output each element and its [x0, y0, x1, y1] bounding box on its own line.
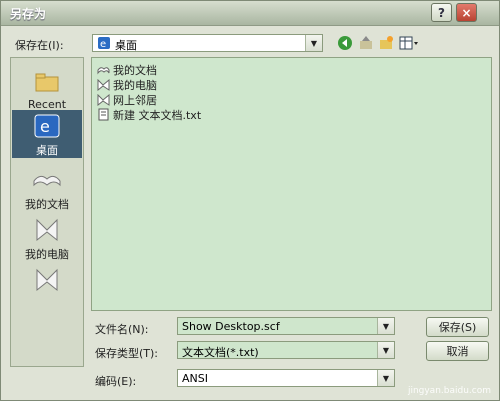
encoding-label: 编码(E): — [95, 375, 137, 388]
list-item[interactable]: 我的文档 — [97, 62, 157, 77]
desktop-icon: e — [97, 36, 111, 53]
filename-label: 文件名(N): — [95, 323, 149, 336]
window-title: 另存为 — [10, 7, 47, 21]
place-desktop[interactable]: e 桌面 — [12, 110, 82, 158]
my-documents-icon — [97, 66, 110, 74]
list-item[interactable]: 新建 文本文档.txt — [97, 107, 201, 122]
list-item[interactable]: 我的电脑 — [97, 77, 157, 92]
encoding-value: ANSI — [182, 372, 208, 385]
save-in-label: 保存在(I): — [15, 39, 64, 52]
back-button[interactable] — [336, 34, 354, 52]
cancel-button[interactable]: 取消 — [426, 341, 489, 361]
network-icon — [97, 93, 110, 106]
filetype-value: 文本文档(*.txt) — [182, 346, 259, 359]
place-recent[interactable]: Recent — [12, 66, 82, 111]
chevron-down-icon: ▼ — [377, 342, 394, 358]
place-label: 我的电脑 — [25, 248, 69, 261]
view-menu-button[interactable] — [398, 34, 420, 52]
cancel-button-label: 取消 — [446, 345, 469, 358]
my-computer-icon — [97, 78, 110, 91]
file-list[interactable]: 我的文档 我的电脑 网上邻居 新建 文本文档.txt — [91, 57, 492, 311]
filename-input[interactable]: Show Desktop.scf ▼ — [177, 317, 395, 335]
save-button[interactable]: 保存(S) — [426, 317, 489, 337]
new-folder-icon — [380, 36, 393, 49]
save-button-label: 保存(S) — [438, 321, 477, 334]
place-label: 桌面 — [36, 144, 58, 157]
title-bar: 另存为 ? × — [1, 1, 499, 26]
place-my-computer[interactable]: 我的电脑 — [12, 214, 82, 262]
chevron-down-icon: ▼ — [305, 35, 322, 51]
list-item[interactable]: 网上邻居 — [97, 92, 157, 107]
watermark: jingyan.baidu.com — [407, 386, 491, 396]
help-button[interactable]: ? — [431, 3, 452, 22]
up-folder-icon — [360, 36, 372, 49]
filename-value: Show Desktop.scf — [182, 320, 280, 333]
desktop-icon: e — [30, 110, 64, 142]
svg-text:e: e — [100, 39, 106, 50]
recent-folder-icon — [30, 66, 64, 98]
filetype-label: 保存类型(T): — [95, 347, 159, 360]
file-name: 新建 文本文档.txt — [113, 108, 202, 122]
places-bar: Recent e 桌面 我的文档 我的电脑 — [10, 57, 84, 367]
place-network[interactable] — [12, 264, 82, 304]
file-name: 网上邻居 — [113, 93, 157, 107]
file-name: 我的电脑 — [113, 78, 157, 92]
place-my-documents[interactable]: 我的文档 — [12, 164, 82, 212]
text-file-icon — [98, 108, 109, 121]
new-folder-button[interactable] — [377, 34, 395, 52]
file-name: 我的文档 — [113, 63, 157, 77]
save-in-value: 桌面 — [115, 39, 137, 52]
my-computer-icon — [30, 214, 64, 246]
chevron-down-icon: ▼ — [377, 318, 394, 334]
place-label: 我的文档 — [25, 198, 69, 211]
svg-text:e: e — [40, 117, 50, 136]
close-icon: × — [461, 5, 472, 20]
save-in-dropdown[interactable]: 桌面 e ▼ — [92, 34, 323, 52]
save-as-dialog: 另存为 ? × 保存在(I): 桌面 e ▼ Recent e 桌面 我的文档 … — [0, 0, 500, 401]
encoding-dropdown[interactable]: ANSI ▼ — [177, 369, 395, 387]
close-button[interactable]: × — [456, 3, 477, 22]
help-icon: ? — [438, 5, 445, 20]
my-documents-icon — [30, 164, 64, 196]
network-icon — [30, 264, 64, 296]
view-menu-icon — [399, 36, 418, 50]
back-arrow-icon — [338, 36, 352, 50]
chevron-down-icon: ▼ — [377, 370, 394, 386]
filetype-dropdown[interactable]: 文本文档(*.txt) ▼ — [177, 341, 395, 359]
up-folder-button[interactable] — [357, 34, 375, 52]
